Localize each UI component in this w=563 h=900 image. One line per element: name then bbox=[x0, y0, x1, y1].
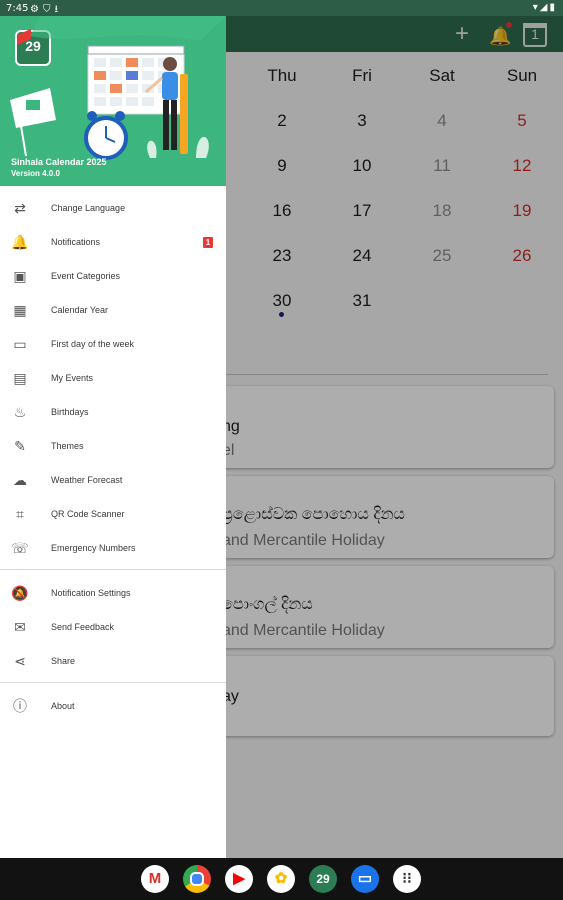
menu-item-calendar-year[interactable]: ▦ Calendar Year bbox=[0, 294, 226, 328]
menu-item-label: Emergency Numbers bbox=[51, 543, 136, 553]
notification-badge: 1 bbox=[203, 237, 213, 248]
taskbar: M ▶ ✿ 29 ▭ ⁝⁝ bbox=[0, 858, 563, 900]
status-bar: 7:45 ⚙⛉⭳ ▾◢▮ bbox=[0, 0, 563, 16]
calendar-grid-icon: ▦ bbox=[13, 303, 27, 319]
weather-icon: ☁ bbox=[13, 473, 27, 489]
download-icon: ⭳ bbox=[54, 4, 62, 15]
menu-item-first-day-of-week[interactable]: ▭ First day of the week bbox=[0, 328, 226, 362]
menu-item-label: Notifications bbox=[51, 237, 101, 247]
menu-item-emergency-numbers[interactable]: ☏ Emergency Numbers bbox=[0, 532, 226, 566]
flag-icon bbox=[10, 88, 56, 157]
status-system-icons: ▾◢▮ bbox=[533, 2, 557, 13]
menu-item-themes[interactable]: ✎ Themes bbox=[0, 430, 226, 464]
status-time: 7:45 bbox=[6, 3, 29, 14]
drawer-header: 29 Sinhala Calendar 2025 Version 4.0.0 bbox=[0, 16, 226, 186]
translate-icon: ⇄ bbox=[14, 201, 26, 217]
drawer-app-version: Version 4.0.0 bbox=[11, 169, 60, 178]
feedback-icon: ✉ bbox=[14, 620, 26, 636]
menu-item-birthdays[interactable]: ♨ Birthdays bbox=[0, 396, 226, 430]
menu-divider bbox=[0, 682, 226, 683]
menu-item-label: Change Language bbox=[51, 203, 126, 213]
palette-icon: ✎ bbox=[14, 439, 26, 455]
bell-icon: 🔔 bbox=[11, 235, 29, 251]
menu-item-about[interactable]: ⓘ About bbox=[0, 690, 226, 724]
event-icon: ▤ bbox=[13, 371, 27, 387]
event-categories-icon: ▣ bbox=[13, 269, 27, 285]
qr-scanner-icon: ⌗ bbox=[16, 507, 24, 523]
chrome-icon[interactable] bbox=[183, 865, 211, 893]
gmail-icon[interactable]: M bbox=[141, 865, 169, 893]
menu-item-send-feedback[interactable]: ✉ Send Feedback bbox=[0, 611, 226, 645]
share-icon: ⋖ bbox=[14, 654, 26, 670]
menu-item-weather-forecast[interactable]: ☁ Weather Forecast bbox=[0, 464, 226, 498]
menu-item-label: Send Feedback bbox=[51, 622, 115, 632]
menu-item-my-events[interactable]: ▤ My Events bbox=[0, 362, 226, 396]
menu-item-label: My Events bbox=[51, 373, 94, 383]
wifi-icon: ▾ bbox=[532, 2, 540, 13]
calendar-week-icon: ▭ bbox=[13, 337, 27, 353]
menu-item-qr-code-scanner[interactable]: ⌗ QR Code Scanner bbox=[0, 498, 226, 532]
menu-divider bbox=[0, 569, 226, 570]
menu-item-label: QR Code Scanner bbox=[51, 509, 125, 519]
messages-icon[interactable]: ▭ bbox=[351, 865, 379, 893]
alarm-clock-icon bbox=[84, 111, 128, 160]
shield-icon: ⛉ bbox=[42, 4, 55, 15]
menu-item-notifications[interactable]: 🔔 Notifications 1 bbox=[0, 226, 226, 260]
menu-item-label: Calendar Year bbox=[51, 305, 109, 315]
gear-icon: ⚙ bbox=[30, 4, 43, 15]
menu-item-event-categories[interactable]: ▣ Event Categories bbox=[0, 260, 226, 294]
menu-item-label: First day of the week bbox=[51, 339, 135, 349]
battery-icon: ▮ bbox=[549, 2, 557, 13]
menu-item-share[interactable]: ⋖ Share bbox=[0, 645, 226, 679]
plant-illustration bbox=[147, 136, 209, 158]
menu-item-label: About bbox=[51, 701, 75, 711]
info-icon: ⓘ bbox=[13, 699, 27, 715]
youtube-icon[interactable]: ▶ bbox=[225, 865, 253, 893]
menu-item-label: Share bbox=[51, 656, 76, 666]
menu-item-change-language[interactable]: ⇄ Change Language bbox=[0, 192, 226, 226]
menu-item-label: Event Categories bbox=[51, 271, 121, 281]
navigation-drawer: 29 Sinhala Calendar 2025 Version 4.0.0 ⇄… bbox=[0, 16, 226, 858]
calendar-app-icon[interactable]: 29 bbox=[309, 865, 337, 893]
menu-item-label: Notification Settings bbox=[51, 588, 131, 598]
menu-item-notification-settings[interactable]: 🔕 Notification Settings bbox=[0, 577, 226, 611]
photos-icon[interactable]: ✿ bbox=[267, 865, 295, 893]
bell-off-icon: 🔕 bbox=[11, 586, 29, 602]
cake-icon: ♨ bbox=[13, 405, 27, 421]
menu-item-label: Birthdays bbox=[51, 407, 89, 417]
phone-icon: ☏ bbox=[11, 541, 29, 557]
menu-item-label: Themes bbox=[51, 441, 84, 451]
drawer-app-name: Sinhala Calendar 2025 bbox=[11, 157, 107, 167]
menu-item-label: Weather Forecast bbox=[51, 475, 123, 485]
app-drawer-icon[interactable]: ⁝⁝ bbox=[393, 865, 421, 893]
